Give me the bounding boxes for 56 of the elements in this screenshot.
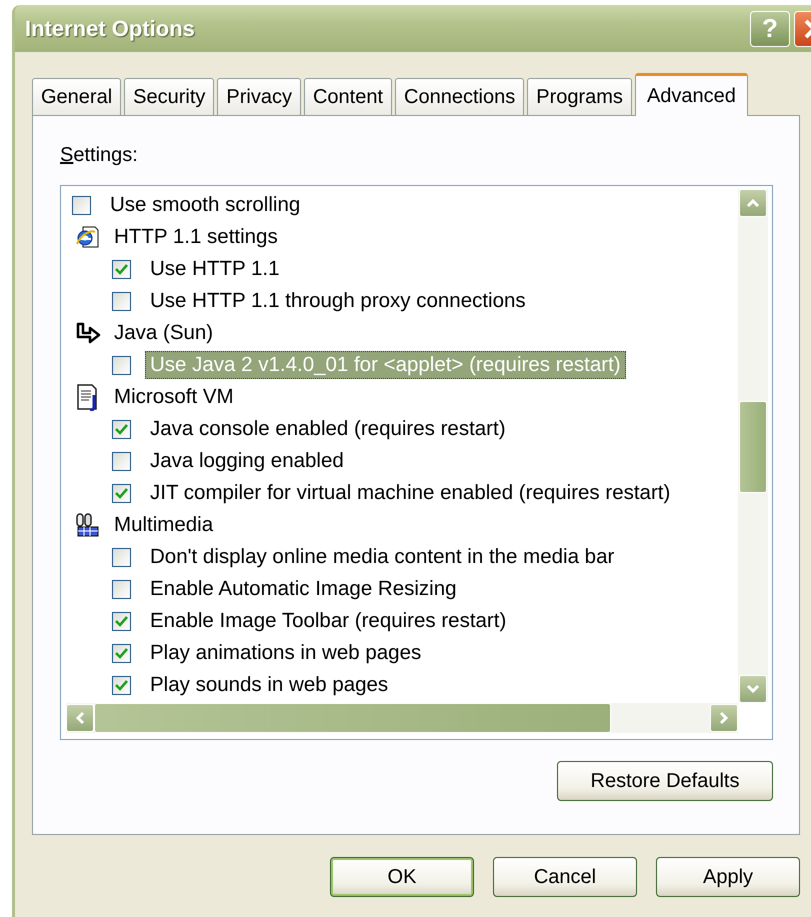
tab[interactable]: Connections: [395, 78, 524, 115]
option-label[interactable]: Java console enabled (requires restart): [145, 415, 511, 443]
settings-list[interactable]: [60, 185, 773, 740]
scroll-up-button[interactable]: [739, 189, 767, 217]
option-label[interactable]: Use HTTP 1.1 through proxy connections: [145, 287, 531, 315]
dialog-button[interactable]: Cancel: [493, 857, 637, 897]
chevron-up-icon: [746, 198, 760, 208]
chevron-right-icon: [719, 711, 729, 725]
checkbox[interactable]: [112, 292, 131, 310]
dialog-button[interactable]: Apply: [656, 857, 800, 897]
scroll-left-button[interactable]: [66, 704, 94, 732]
document-icon: [76, 383, 100, 411]
option-label[interactable]: Enable Image Toolbar (requires restart): [145, 607, 512, 635]
scroll-down-button[interactable]: [739, 675, 767, 703]
group-label: Microsoft VM: [114, 385, 234, 409]
scroll-thumb[interactable]: [94, 703, 611, 733]
tab[interactable]: Programs: [527, 78, 632, 115]
checkbox[interactable]: [112, 644, 131, 662]
chevron-down-icon: [746, 684, 760, 694]
scroll-thumb[interactable]: [739, 401, 767, 493]
settings-label: Settings:: [60, 144, 139, 168]
option-label[interactable]: Play animations in web pages: [145, 639, 426, 667]
group-label: HTTP 1.1 settings: [114, 225, 278, 249]
checkbox[interactable]: [112, 356, 131, 374]
tab[interactable]: General: [32, 78, 122, 115]
checkbox[interactable]: [112, 612, 131, 630]
option-label[interactable]: Use HTTP 1.1: [145, 255, 284, 283]
checkbox[interactable]: [112, 260, 131, 278]
scroll-right-button[interactable]: [710, 704, 738, 732]
option-label[interactable]: Use smooth scrolling: [105, 191, 306, 219]
tab[interactable]: Content: [304, 78, 392, 115]
option-label[interactable]: Java logging enabled: [145, 447, 349, 475]
group-label: Java (Sun): [114, 321, 214, 345]
checkbox[interactable]: [72, 196, 91, 214]
group-label: Multimedia: [114, 513, 214, 537]
arrow-icon: [75, 322, 101, 344]
option-label[interactable]: Enable Automatic Image Resizing: [145, 575, 462, 603]
option-label[interactable]: Play sounds in web pages: [145, 671, 394, 699]
checkbox[interactable]: [112, 676, 131, 694]
restore-defaults-button[interactable]: Restore Defaults: [557, 761, 773, 801]
checkbox[interactable]: [112, 452, 131, 470]
option-label[interactable]: JIT compiler for virtual machine enabled (requires restart): [145, 479, 676, 507]
vertical-scrollbar[interactable]: [738, 189, 768, 703]
dialog-button[interactable]: OK: [330, 857, 474, 897]
checkbox[interactable]: [112, 548, 131, 566]
ie-page-icon: [75, 224, 101, 250]
checkbox[interactable]: [112, 484, 131, 502]
chevron-left-icon: [75, 711, 85, 725]
checkbox[interactable]: [112, 420, 131, 438]
tab[interactable]: Privacy: [217, 78, 301, 115]
option-label[interactable]: Don't display online media content in the media bar: [145, 543, 620, 571]
horizontal-scrollbar[interactable]: [66, 703, 738, 733]
tab[interactable]: Advanced: [634, 73, 748, 116]
checkbox[interactable]: [112, 580, 131, 598]
tab[interactable]: Security: [124, 78, 214, 115]
window-title: Internet Options: [25, 16, 196, 42]
